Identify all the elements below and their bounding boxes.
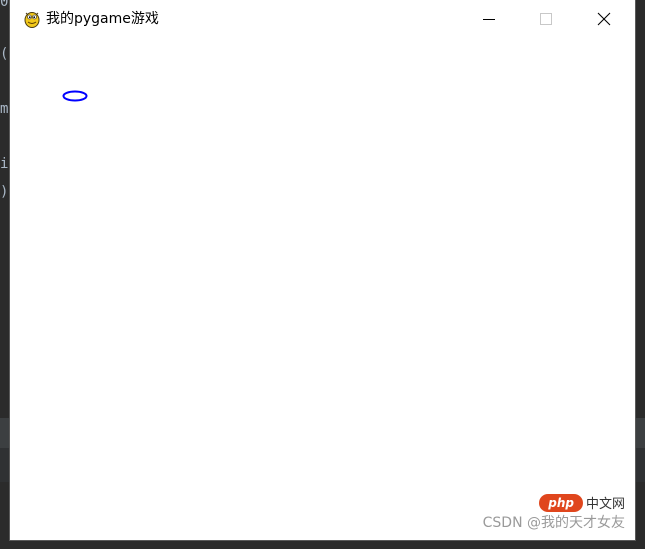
code-glyph: i bbox=[0, 156, 9, 172]
window-title: 我的pygame游戏 bbox=[46, 11, 159, 27]
pygame-window[interactable]: 我的pygame游戏 php 中文网 CSDN @我的天才女友 bbox=[10, 0, 635, 540]
code-glyph: m bbox=[0, 101, 9, 117]
csdn-credit: CSDN @我的天才女友 bbox=[482, 515, 625, 531]
watermark: php 中文网 CSDN @我的天才女友 bbox=[483, 493, 625, 532]
code-glyph: ) bbox=[0, 184, 9, 200]
minimize-icon bbox=[483, 19, 495, 20]
code-glyph: 0 bbox=[0, 0, 9, 10]
blue-ellipse bbox=[62, 90, 88, 102]
window-titlebar[interactable]: 我的pygame游戏 bbox=[10, 0, 635, 38]
minimize-button[interactable] bbox=[460, 0, 518, 38]
close-button[interactable] bbox=[575, 0, 633, 38]
game-canvas[interactable]: php 中文网 CSDN @我的天才女友 bbox=[10, 38, 635, 540]
close-icon bbox=[597, 12, 611, 26]
maximize-button[interactable] bbox=[517, 0, 575, 38]
pygame-snake-icon bbox=[24, 12, 40, 28]
php-logo: php 中文网 bbox=[539, 493, 625, 512]
php-badge: php bbox=[539, 493, 583, 512]
code-glyph: ( bbox=[0, 46, 9, 62]
php-site-label: 中文网 bbox=[585, 497, 625, 512]
maximize-icon bbox=[540, 13, 552, 25]
